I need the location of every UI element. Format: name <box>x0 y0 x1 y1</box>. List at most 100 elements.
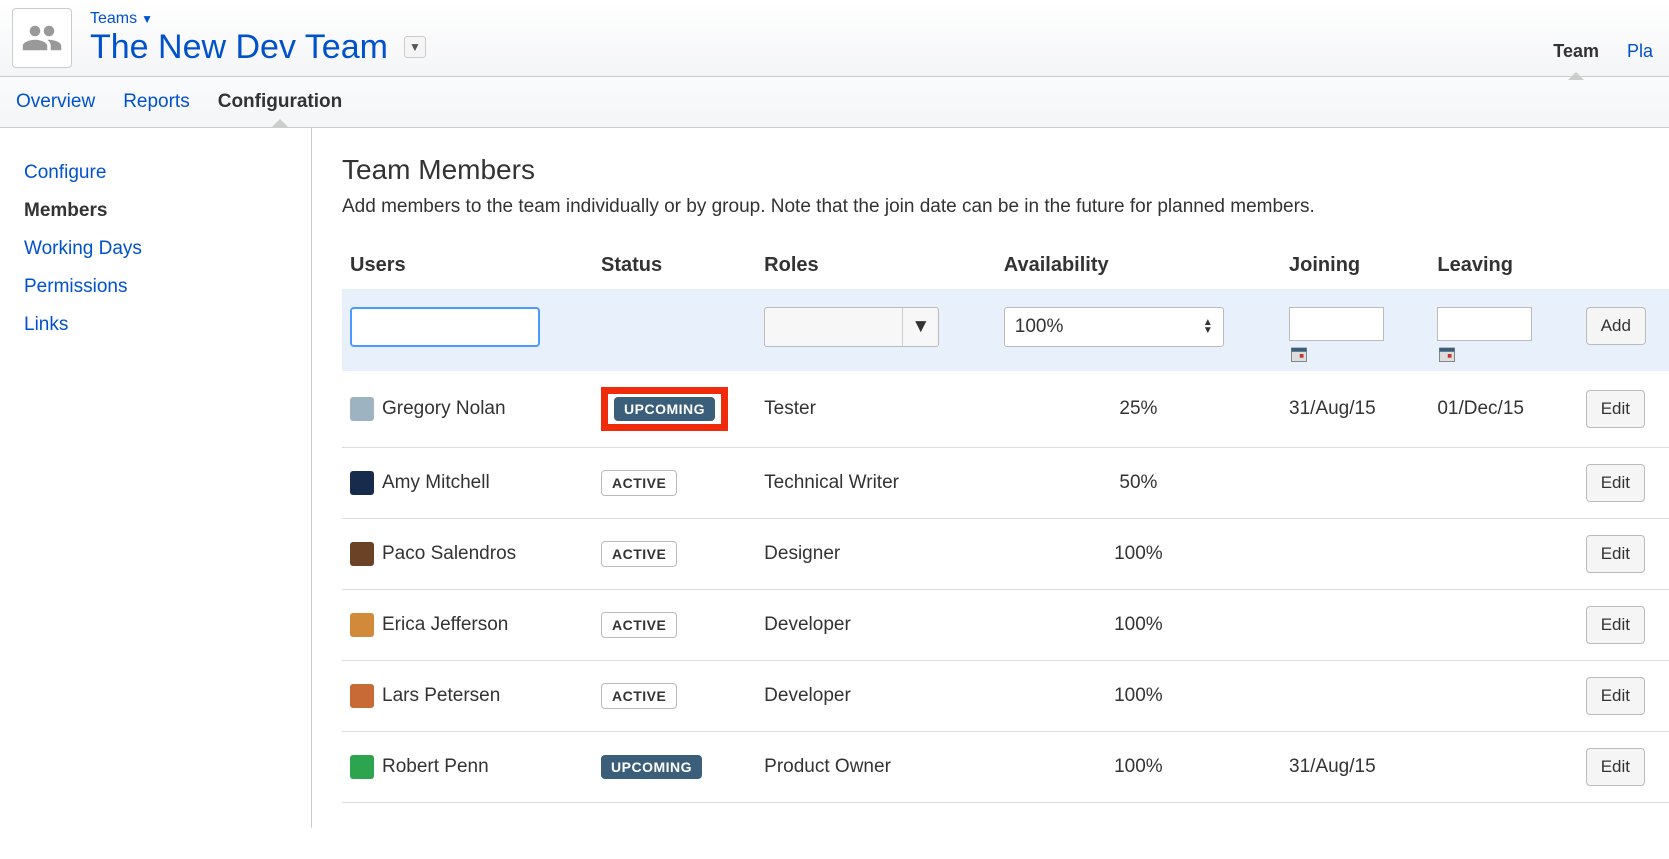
edit-button[interactable]: Edit <box>1586 606 1645 644</box>
subnav-configuration[interactable]: Configuration <box>218 91 343 113</box>
subnav-overview[interactable]: Overview <box>16 91 95 113</box>
role-cell: Technical Writer <box>756 448 996 519</box>
leaving-cell: 01/Dec/15 <box>1429 371 1577 448</box>
status-badge: ACTIVE <box>601 470 677 496</box>
team-avatar <box>12 8 72 68</box>
availability-cell: 100% <box>996 519 1281 590</box>
user-name: Amy Mitchell <box>382 472 490 494</box>
stepper-icon: ▲▼ <box>1203 319 1213 335</box>
role-cell: Tester <box>756 371 996 448</box>
col-header-roles: Roles <box>756 242 996 289</box>
status-badge: ACTIVE <box>601 683 677 709</box>
table-row: Erica Jefferson ACTIVE Developer 100% Ed… <box>342 590 1669 661</box>
status-badge: ACTIVE <box>601 541 677 567</box>
breadcrumb-label: Teams <box>90 10 137 28</box>
avatar <box>350 471 374 495</box>
availability-cell: 50% <box>996 448 1281 519</box>
user-input[interactable] <box>350 307 540 347</box>
joining-date-input[interactable] <box>1289 307 1384 341</box>
user-name: Paco Salendros <box>382 543 516 565</box>
team-dropdown-button[interactable]: ▼ <box>404 36 426 58</box>
tab-plan[interactable]: Pla <box>1627 41 1653 62</box>
calendar-icon[interactable] <box>1437 345 1457 363</box>
availability-cell: 25% <box>996 371 1281 448</box>
avatar <box>350 755 374 779</box>
header-tabs: Team Pla <box>1553 41 1653 68</box>
page-description: Add members to the team individually or … <box>342 196 1669 218</box>
sidebar-item-configure[interactable]: Configure <box>24 154 311 192</box>
main-content: Team Members Add members to the team ind… <box>312 128 1669 828</box>
edit-button[interactable]: Edit <box>1586 748 1645 786</box>
tab-team[interactable]: Team <box>1553 41 1599 62</box>
table-row: Lars Petersen ACTIVE Developer 100% Edit <box>342 661 1669 732</box>
sidebar-item-working-days[interactable]: Working Days <box>24 230 311 268</box>
availability-cell: 100% <box>996 732 1281 803</box>
add-member-row: ▼ 100% ▲▼ <box>342 289 1669 371</box>
leaving-date-input[interactable] <box>1437 307 1532 341</box>
role-cell: Designer <box>756 519 996 590</box>
edit-button[interactable]: Edit <box>1586 390 1645 428</box>
edit-button[interactable]: Edit <box>1586 464 1645 502</box>
role-select[interactable]: ▼ <box>764 307 939 347</box>
status-badge: UPCOMING <box>601 755 702 779</box>
role-cell: Developer <box>756 590 996 661</box>
edit-button[interactable]: Edit <box>1586 535 1645 573</box>
joining-cell: 31/Aug/15 <box>1281 732 1429 803</box>
availability-cell: 100% <box>996 590 1281 661</box>
col-header-leaving: Leaving <box>1429 242 1577 289</box>
joining-cell <box>1281 590 1429 661</box>
leaving-cell <box>1429 448 1577 519</box>
sidebar: Configure Members Working Days Permissio… <box>0 128 312 828</box>
availability-cell: 100% <box>996 661 1281 732</box>
caret-down-icon: ▼ <box>141 12 153 26</box>
sidebar-item-links[interactable]: Links <box>24 306 311 344</box>
joining-cell: 31/Aug/15 <box>1281 371 1429 448</box>
leaving-cell <box>1429 590 1577 661</box>
calendar-icon[interactable] <box>1289 345 1309 363</box>
sidebar-item-permissions[interactable]: Permissions <box>24 268 311 306</box>
role-cell: Product Owner <box>756 732 996 803</box>
leaving-cell <box>1429 519 1577 590</box>
people-icon <box>21 17 63 59</box>
avatar <box>350 397 374 421</box>
user-name: Lars Petersen <box>382 685 500 707</box>
user-cell: Paco Salendros <box>350 542 585 566</box>
avatar <box>350 613 374 637</box>
user-cell: Lars Petersen <box>350 684 585 708</box>
team-title[interactable]: The New Dev Team <box>90 28 388 67</box>
user-cell: Robert Penn <box>350 755 585 779</box>
availability-select[interactable]: 100% ▲▼ <box>1004 307 1224 347</box>
col-header-joining: Joining <box>1281 242 1429 289</box>
avatar <box>350 542 374 566</box>
subnav: Overview Reports Configuration <box>0 77 1669 128</box>
avatar <box>350 684 374 708</box>
joining-cell <box>1281 661 1429 732</box>
role-cell: Developer <box>756 661 996 732</box>
col-header-availability: Availability <box>996 242 1281 289</box>
status-badge: ACTIVE <box>601 612 677 638</box>
table-row: Paco Salendros ACTIVE Designer 100% Edit <box>342 519 1669 590</box>
status-badge: UPCOMING <box>614 397 715 421</box>
add-button[interactable]: Add <box>1586 307 1646 345</box>
user-name: Erica Jefferson <box>382 614 508 636</box>
joining-cell <box>1281 448 1429 519</box>
user-name: Robert Penn <box>382 756 489 778</box>
sidebar-item-members[interactable]: Members <box>24 192 311 230</box>
col-header-status: Status <box>593 242 756 289</box>
edit-button[interactable]: Edit <box>1586 677 1645 715</box>
subnav-reports[interactable]: Reports <box>123 91 190 113</box>
members-table: Users Status Roles Availability Joining … <box>342 242 1669 803</box>
breadcrumb-teams[interactable]: Teams ▼ <box>90 10 153 28</box>
joining-cell <box>1281 519 1429 590</box>
table-row: Amy Mitchell ACTIVE Technical Writer 50%… <box>342 448 1669 519</box>
leaving-cell <box>1429 732 1577 803</box>
user-name: Gregory Nolan <box>382 398 506 420</box>
page-header: Teams ▼ The New Dev Team ▼ Team Pla <box>0 0 1669 77</box>
table-row: Robert Penn UPCOMING Product Owner 100% … <box>342 732 1669 803</box>
table-row: Gregory Nolan UPCOMING Tester 25% 31/Aug… <box>342 371 1669 448</box>
user-cell: Amy Mitchell <box>350 471 585 495</box>
user-cell: Gregory Nolan <box>350 397 585 421</box>
user-cell: Erica Jefferson <box>350 613 585 637</box>
header-main: Teams ▼ The New Dev Team ▼ <box>90 10 1553 67</box>
leaving-cell <box>1429 661 1577 732</box>
